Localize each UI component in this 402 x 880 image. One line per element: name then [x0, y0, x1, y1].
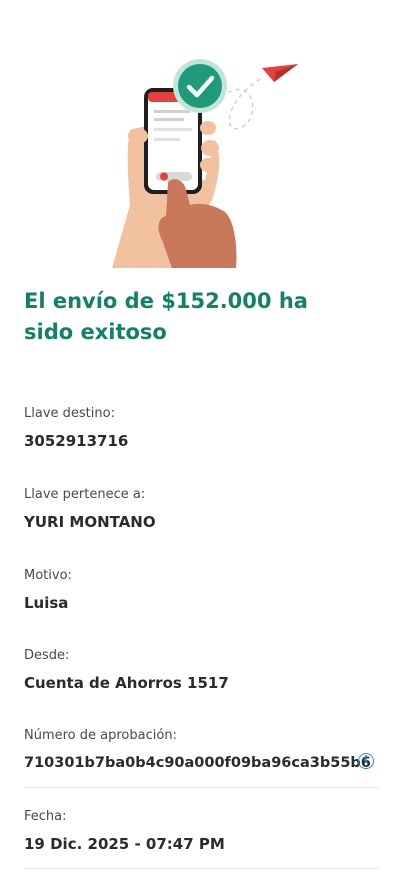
key-owner-field: Llave pertenece a: YURI MONTANO [24, 486, 378, 532]
success-title: El envío de $152.000 ha sido exitoso [24, 289, 308, 344]
reason-value: Luisa [24, 594, 69, 612]
destination-key-value: 3052913716 [24, 432, 129, 450]
check-badge-icon [173, 59, 227, 113]
key-owner-label: Llave pertenece a: [24, 487, 146, 502]
destination-key-field: Llave destino: 3052913716 [24, 405, 378, 451]
source-account-label: Desde: [24, 648, 70, 663]
key-owner-value: YURI MONTANO [24, 513, 156, 531]
divider [24, 787, 378, 788]
divider [24, 868, 378, 869]
approval-number-field: Número de aprobación: 710301b7ba0b4c90a0… [24, 727, 378, 773]
destination-key-label: Llave destino: [24, 406, 115, 421]
paper-plane-icon [262, 64, 298, 82]
success-illustration [112, 59, 298, 268]
source-account-value: Cuenta de Ahorros 1517 [24, 674, 229, 692]
date-field: Fecha: 19 Dic. 2025 - 07:47 PM [24, 808, 378, 854]
date-label: Fecha: [24, 809, 67, 824]
approval-number-label: Número de aprobación: [24, 728, 177, 743]
reason-field: Motivo: Luisa [24, 567, 378, 613]
source-account-field: Desde: Cuenta de Ahorros 1517 [24, 647, 378, 693]
approval-number-value: 710301b7ba0b4c90a000f09ba96ca3b55b6 [24, 755, 371, 771]
reason-label: Motivo: [24, 568, 72, 583]
info-icon[interactable]: i [358, 753, 374, 769]
date-value: 19 Dic. 2025 - 07:47 PM [24, 835, 225, 853]
